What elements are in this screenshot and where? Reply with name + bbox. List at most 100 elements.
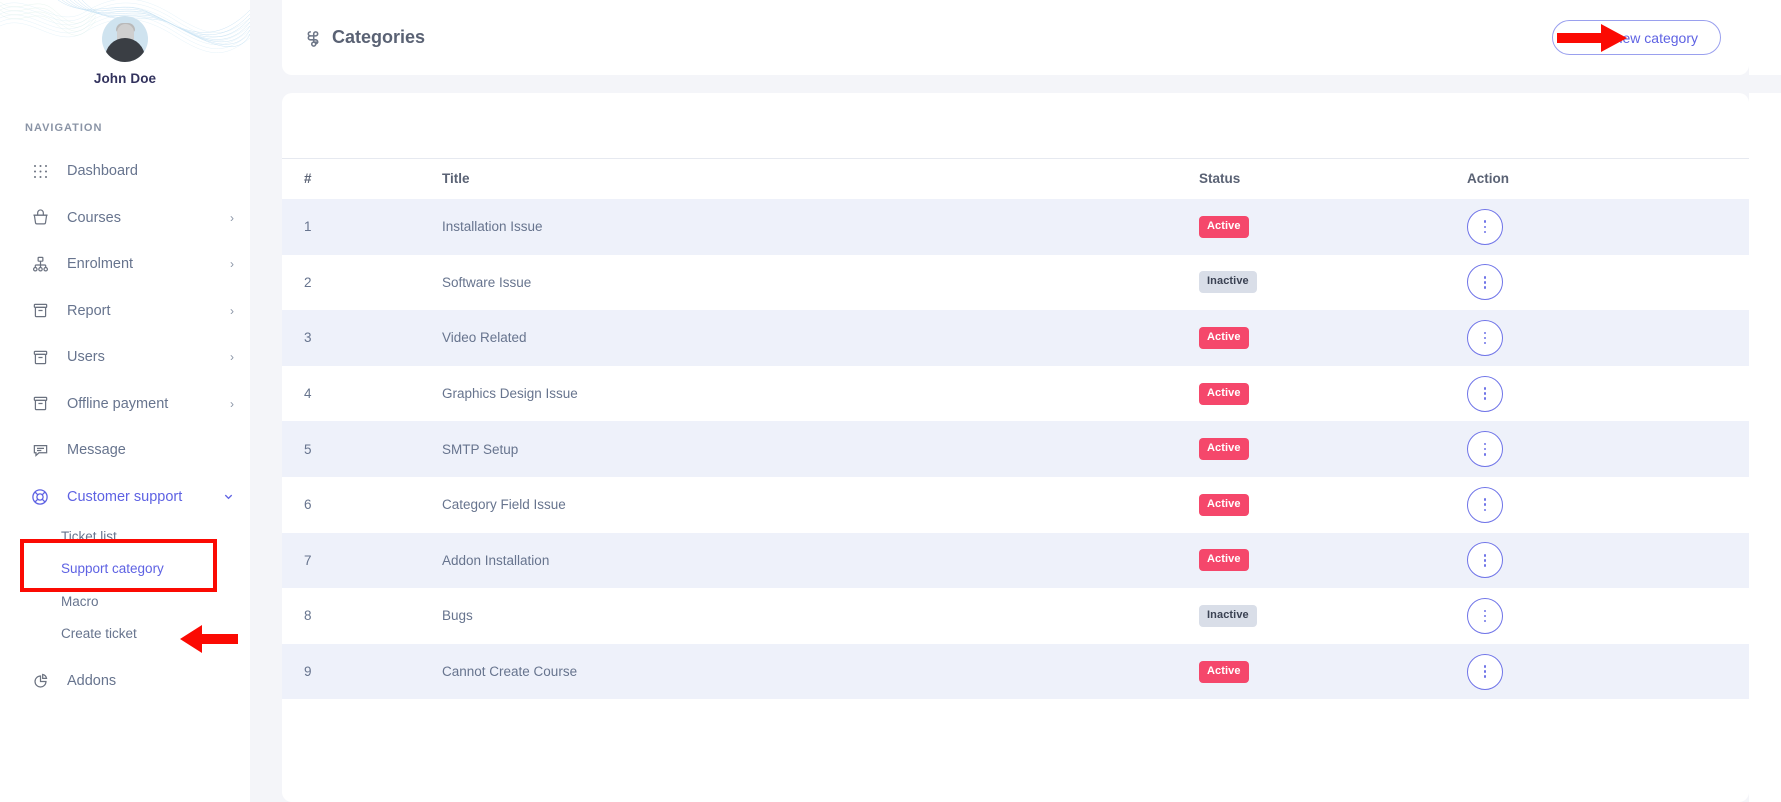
add-new-category-button[interactable]: + Add new category bbox=[1551, 20, 1721, 55]
table-row[interactable]: 6 Category Field Issue Active bbox=[282, 477, 1749, 533]
lifebuoy-icon bbox=[30, 487, 50, 507]
table-row[interactable]: 5 SMTP Setup Active bbox=[282, 421, 1749, 477]
sidebar-subitem-create-ticket[interactable]: Create ticket bbox=[0, 618, 250, 651]
cell-status: Active bbox=[1199, 310, 1467, 366]
table-row[interactable]: 1 Installation Issue Active bbox=[282, 199, 1749, 255]
chevron-right-icon: › bbox=[230, 396, 234, 411]
sidebar-item-message[interactable]: Message bbox=[0, 427, 250, 474]
sidebar-profile: John Doe bbox=[0, 0, 250, 86]
cell-action bbox=[1467, 532, 1749, 589]
row-action-menu-button[interactable] bbox=[1467, 264, 1503, 301]
row-action-menu-button[interactable] bbox=[1467, 375, 1503, 412]
status-badge: Active bbox=[1199, 660, 1249, 683]
sidebar-item-label: Customer support bbox=[67, 488, 183, 505]
cell-action bbox=[1467, 421, 1749, 477]
sidebar-subitem-label: Ticket list bbox=[61, 528, 117, 544]
cell-title: Category Field Issue bbox=[442, 497, 566, 513]
cell-title: Video Related bbox=[442, 310, 1199, 366]
archive-icon bbox=[30, 301, 50, 321]
sidebar-item-addons[interactable]: Addons bbox=[0, 658, 250, 705]
sidebar-item-label: Report bbox=[67, 302, 111, 319]
sidebar-item-customer-support[interactable]: Customer support bbox=[0, 474, 250, 521]
cell-action bbox=[1467, 255, 1749, 311]
vertical-dots-icon bbox=[1483, 498, 1487, 512]
sidebar-item-enrolment[interactable]: Enrolment › bbox=[0, 241, 250, 288]
table-row[interactable]: 3 Video Related Active bbox=[282, 310, 1749, 366]
row-action-menu-button[interactable] bbox=[1467, 597, 1503, 634]
sidebar-item-users[interactable]: Users › bbox=[0, 334, 250, 381]
profile-name: John Doe bbox=[93, 71, 157, 86]
cell-title: Software Issue bbox=[442, 274, 532, 290]
cell-action bbox=[1467, 643, 1749, 700]
sidebar-subitem-macro[interactable]: Macro bbox=[0, 585, 250, 618]
status-badge: Active bbox=[1199, 438, 1249, 461]
vertical-dots-icon bbox=[1483, 220, 1487, 234]
cell-action bbox=[1467, 199, 1749, 255]
chevron-right-icon: › bbox=[230, 210, 234, 225]
sidebar-item-dashboard[interactable]: Dashboard bbox=[0, 148, 250, 195]
cell-title: Graphics Design Issue bbox=[442, 386, 578, 402]
table-row[interactable]: 8 Bugs Inactive bbox=[282, 588, 1749, 644]
status-badge: Inactive bbox=[1199, 271, 1257, 294]
vertical-dots-icon bbox=[1483, 331, 1487, 345]
column-header-status: Status bbox=[1199, 158, 1467, 199]
cell-action bbox=[1467, 477, 1749, 533]
cell-index: 8 bbox=[304, 608, 312, 624]
sidebar-item-label: Dashboard bbox=[67, 163, 138, 180]
sidebar-item-courses[interactable]: Courses › bbox=[0, 195, 250, 242]
chevron-down-icon bbox=[223, 491, 234, 502]
row-action-menu-button[interactable] bbox=[1467, 208, 1503, 245]
table-row[interactable]: 9 Cannot Create Course Active bbox=[282, 643, 1749, 700]
sidebar-subitem-ticket-list[interactable]: Ticket list bbox=[0, 520, 250, 553]
cell-index: 1 bbox=[282, 199, 442, 255]
row-action-menu-button[interactable] bbox=[1467, 653, 1503, 690]
vertical-dots-icon bbox=[1483, 442, 1487, 456]
cell-index: 9 bbox=[282, 643, 442, 700]
cell-title: Bugs bbox=[442, 608, 473, 624]
vertical-dots-icon bbox=[1483, 276, 1487, 289]
avatar-body bbox=[105, 38, 145, 62]
archive-icon bbox=[30, 394, 50, 414]
row-action-menu-button[interactable] bbox=[1467, 431, 1503, 468]
avatar[interactable] bbox=[102, 16, 148, 62]
cell-action bbox=[1467, 310, 1749, 366]
hierarchy-icon bbox=[30, 254, 50, 274]
cell-title: Cannot Create Course bbox=[442, 643, 1199, 700]
cell-status: Active bbox=[1199, 643, 1467, 700]
command-icon bbox=[304, 29, 322, 47]
sidebar-subitem-support-category[interactable]: Support category bbox=[0, 553, 250, 586]
vertical-dots-icon bbox=[1483, 665, 1487, 678]
sidebar-item-offline-payment[interactable]: Offline payment › bbox=[0, 381, 250, 428]
chevron-right-icon: › bbox=[230, 350, 234, 365]
cell-index: 4 bbox=[304, 386, 312, 402]
vertical-dots-icon bbox=[1483, 387, 1487, 400]
sidebar-item-label: Offline payment bbox=[67, 395, 169, 412]
cell-index: 6 bbox=[304, 497, 312, 513]
table-row[interactable]: 4 Graphics Design Issue Active bbox=[282, 366, 1749, 422]
header-right-filler bbox=[1749, 0, 1781, 75]
row-action-menu-button[interactable] bbox=[1467, 319, 1503, 356]
cell-index: 2 bbox=[304, 274, 312, 290]
cell-title: Installation Issue bbox=[442, 199, 1199, 255]
cell-action bbox=[1467, 588, 1749, 644]
table-row[interactable]: 2 Software Issue Inactive bbox=[282, 255, 1749, 311]
status-badge: Active bbox=[1199, 549, 1249, 572]
sidebar-item-label: Courses bbox=[67, 209, 121, 226]
status-badge: Active bbox=[1199, 326, 1249, 349]
cell-status: Active bbox=[1199, 532, 1467, 589]
page-title-text: Categories bbox=[332, 27, 426, 47]
cell-status: Inactive bbox=[1199, 588, 1467, 644]
table-row[interactable]: 7 Addon Installation Active bbox=[282, 532, 1749, 589]
sidebar-item-report[interactable]: Report › bbox=[0, 288, 250, 335]
sidebar-item-label: Addons bbox=[67, 673, 117, 690]
table-header-row: # Title Status Action bbox=[282, 158, 1749, 199]
cell-index: 3 bbox=[282, 310, 442, 366]
status-badge: Active bbox=[1199, 215, 1249, 238]
sidebar-subitem-label: Macro bbox=[61, 593, 99, 609]
categories-table-card: # Title Status Action 1 Installation Issu… bbox=[282, 93, 1749, 802]
row-action-menu-button[interactable] bbox=[1467, 486, 1503, 523]
cell-action bbox=[1467, 366, 1749, 422]
pie-chart-icon bbox=[30, 671, 50, 691]
row-action-menu-button[interactable] bbox=[1467, 542, 1503, 579]
page-title: Categories bbox=[304, 27, 425, 48]
